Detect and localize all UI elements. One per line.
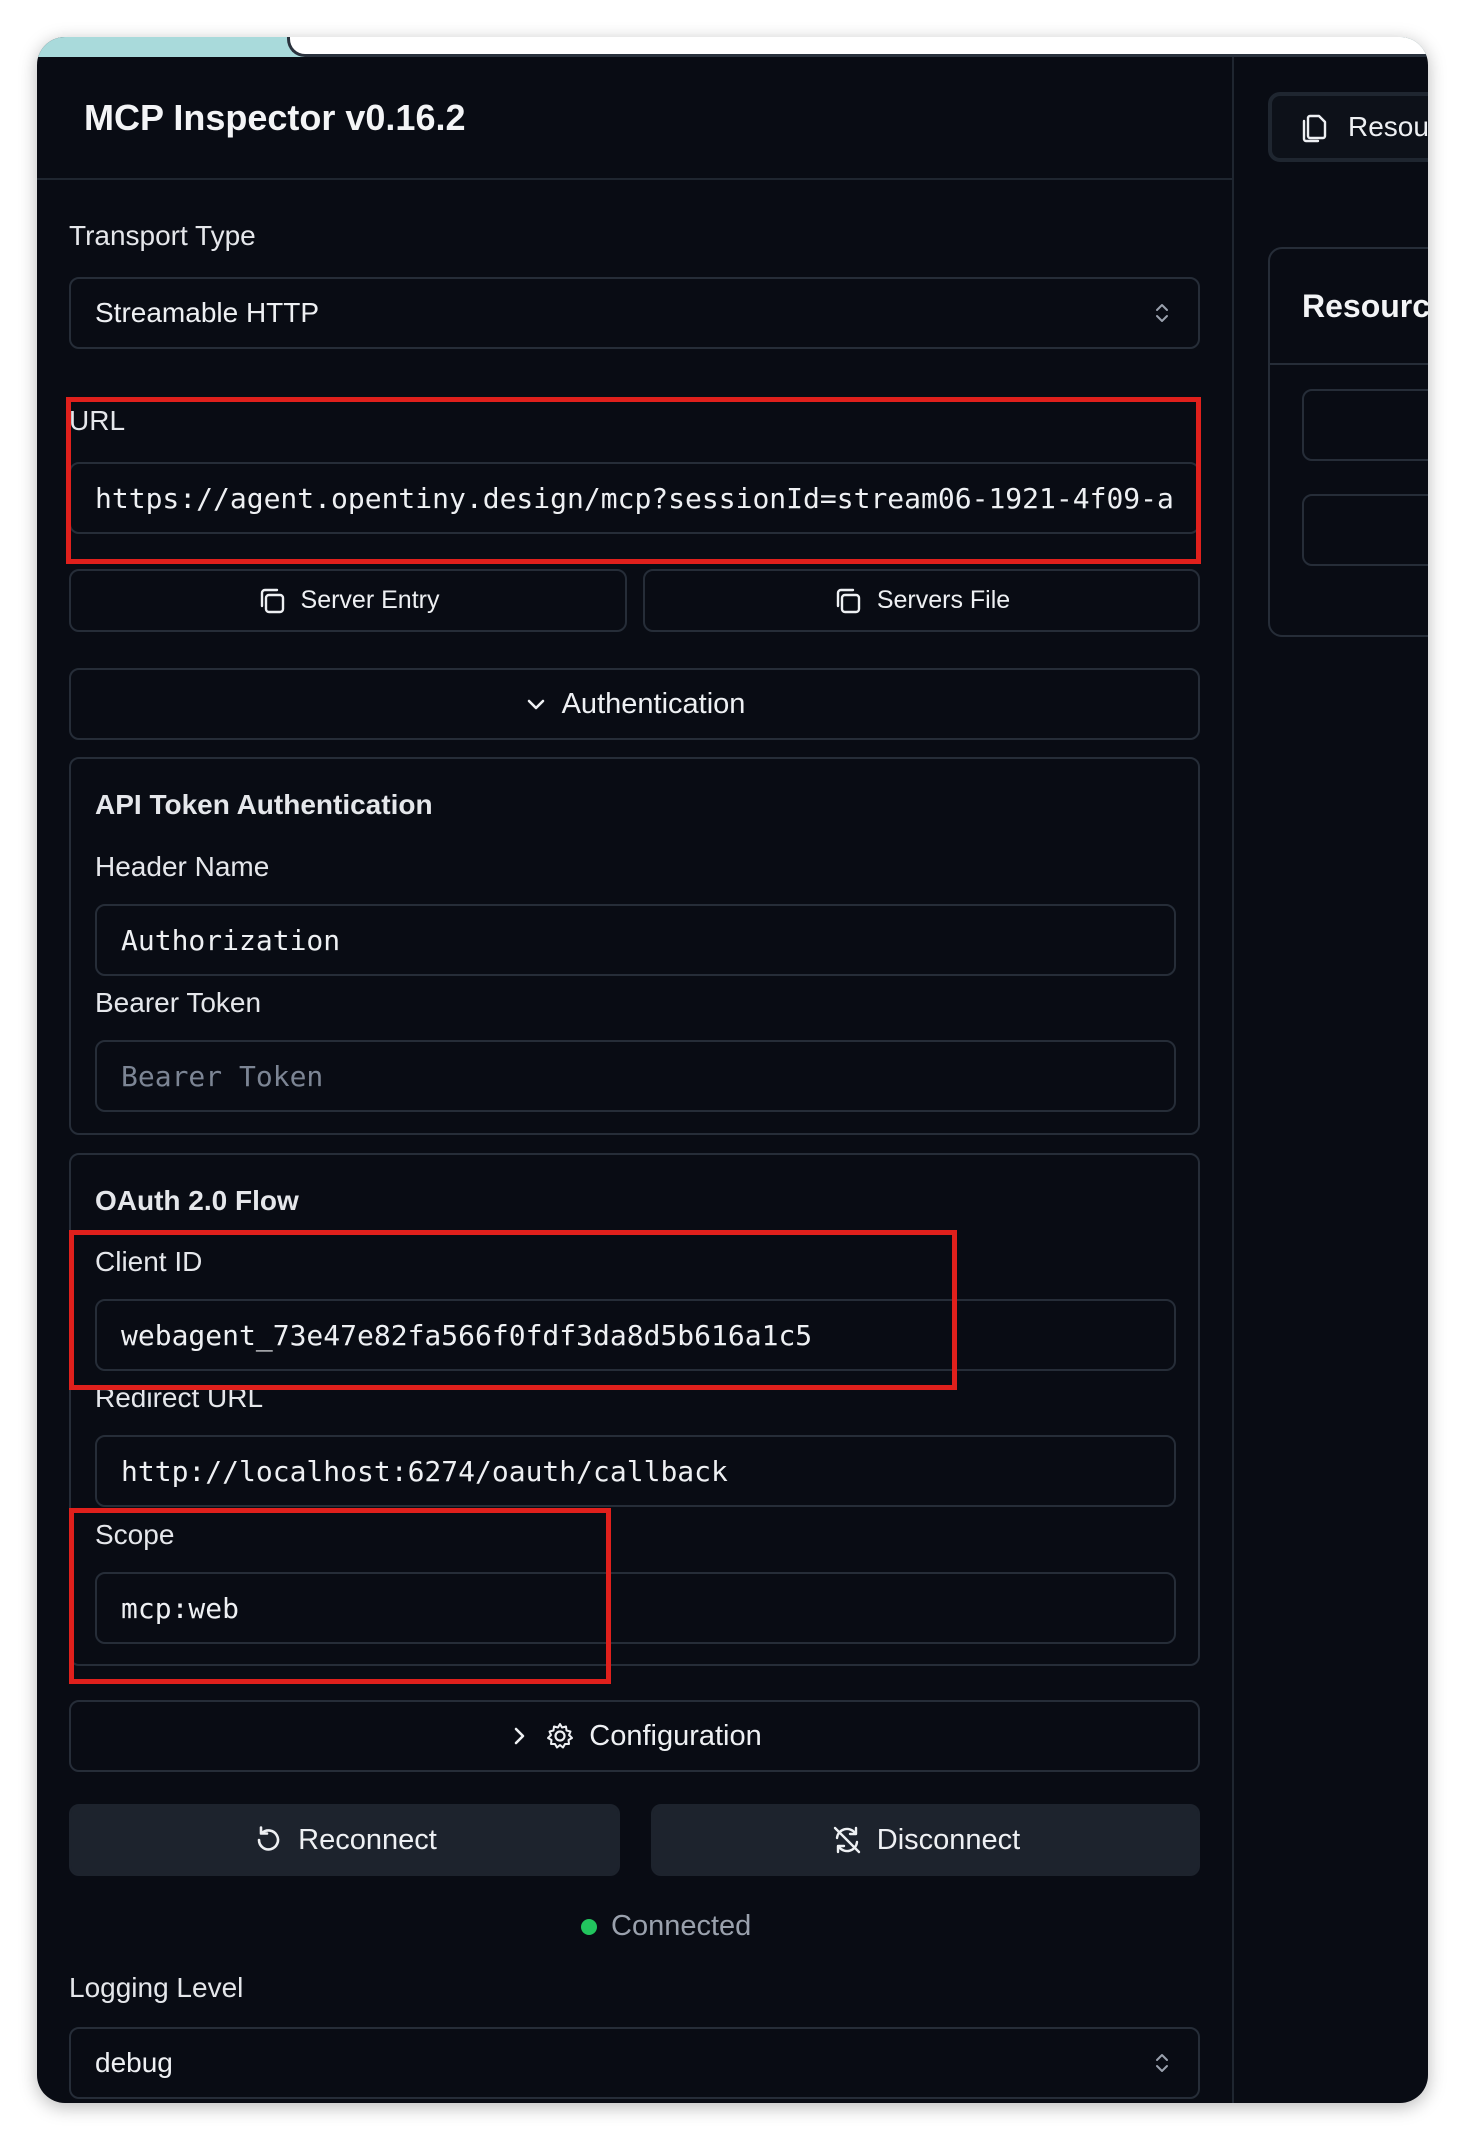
- oauth-flow-title: OAuth 2.0 Flow: [95, 1185, 299, 1216]
- api-token-auth-title: API Token Authentication: [95, 789, 433, 820]
- copy-icon: [833, 586, 863, 616]
- scope-label: Scope: [95, 1519, 175, 1550]
- tab-resources-label: Resou: [1348, 111, 1428, 142]
- chevrons-up-down-icon: [1154, 2051, 1170, 2075]
- refresh-off-icon: [831, 1824, 863, 1856]
- scope-value: mcp:web: [121, 1591, 240, 1625]
- authentication-toggle-button[interactable]: Authentication: [69, 668, 1200, 740]
- disconnect-button[interactable]: Disconnect: [651, 1804, 1200, 1876]
- scope-input[interactable]: mcp:web: [95, 1572, 1176, 1644]
- logging-level-value: debug: [95, 2047, 173, 2078]
- sidebar: MCP Inspector v0.16.2 Transport Type Str…: [37, 57, 1234, 2103]
- app-title: MCP Inspector v0.16.2: [84, 96, 466, 138]
- client-id-input[interactable]: webagent_73e47e82fa566f0fdf3da8d5b616a1c…: [95, 1299, 1176, 1371]
- tab-resources[interactable]: Resou: [1268, 92, 1428, 162]
- api-token-auth-section: API Token Authentication Header Name Aut…: [69, 757, 1200, 1135]
- reconnect-button[interactable]: Reconnect: [69, 1804, 620, 1876]
- bearer-token-label: Bearer Token: [95, 987, 262, 1018]
- logging-level-label: Logging Level: [69, 1972, 244, 2003]
- resources-card: Resourc: [1268, 247, 1428, 637]
- disconnect-label: Disconnect: [876, 1823, 1021, 1856]
- browser-tab-strip: [37, 37, 1428, 57]
- app-window: MCP Inspector v0.16.2 Transport Type Str…: [37, 37, 1428, 2103]
- header-name-label: Header Name: [95, 851, 270, 882]
- transport-type-label: Transport Type: [69, 220, 256, 251]
- reconnect-label: Reconnect: [298, 1823, 437, 1856]
- client-id-value: webagent_73e47e82fa566f0fdf3da8d5b616a1c…: [121, 1318, 813, 1352]
- status-dot-icon: [581, 1918, 597, 1935]
- redirect-url-value: http://localhost:6274/oauth/callback: [121, 1454, 728, 1488]
- bearer-token-placeholder: Bearer Token: [121, 1059, 324, 1093]
- url-input[interactable]: https://agent.opentiny.design/mcp?sessio…: [69, 462, 1200, 534]
- main-panel: Resou Resourc: [1234, 57, 1428, 2103]
- connection-status: Connected: [581, 1910, 751, 1943]
- url-value: https://agent.opentiny.design/mcp?sessio…: [95, 481, 1174, 515]
- configuration-toggle-button[interactable]: Configuration: [69, 1700, 1200, 1772]
- logging-level-select[interactable]: debug: [69, 2027, 1200, 2099]
- resources-card-title: Resourc: [1270, 249, 1428, 365]
- transport-type-value: Streamable HTTP: [95, 297, 320, 328]
- chevrons-up-down-icon: [1154, 301, 1170, 325]
- copy-icon: [257, 586, 287, 616]
- rotate-ccw-icon: [252, 1824, 284, 1856]
- gear-icon: [545, 1721, 575, 1751]
- transport-type-select[interactable]: Streamable HTTP: [69, 277, 1200, 349]
- oauth-flow-section: OAuth 2.0 Flow Client ID webagent_73e47e…: [69, 1153, 1200, 1666]
- authentication-label: Authentication: [561, 687, 746, 720]
- connection-status-text: Connected: [611, 1910, 752, 1942]
- copy-servers-file-button[interactable]: Servers File: [643, 569, 1200, 632]
- server-entry-label: Server Entry: [300, 586, 440, 614]
- browser-tab[interactable]: [287, 37, 1428, 57]
- header-name-input[interactable]: Authorization: [95, 904, 1176, 976]
- servers-file-label: Servers File: [876, 586, 1011, 614]
- redirect-url-input[interactable]: http://localhost:6274/oauth/callback: [95, 1435, 1176, 1507]
- files-icon: [1300, 111, 1330, 143]
- chevron-right-icon: [507, 1724, 531, 1748]
- client-id-label: Client ID: [95, 1246, 203, 1277]
- header-name-value: Authorization: [121, 923, 341, 957]
- resources-list-item[interactable]: [1302, 389, 1428, 461]
- bearer-token-input[interactable]: Bearer Token: [95, 1040, 1176, 1112]
- configuration-label: Configuration: [589, 1719, 762, 1752]
- chevron-down-icon: [524, 692, 548, 716]
- url-label: URL: [69, 405, 126, 436]
- copy-server-entry-button[interactable]: Server Entry: [69, 569, 627, 632]
- redirect-url-label: Redirect URL: [95, 1382, 264, 1413]
- resources-list-item[interactable]: [1302, 494, 1428, 566]
- sidebar-header: MCP Inspector v0.16.2: [37, 57, 1232, 180]
